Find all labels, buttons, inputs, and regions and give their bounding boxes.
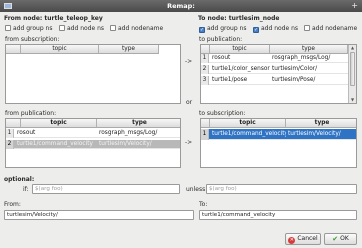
- scroll-down-icon[interactable]: ▼: [349, 97, 356, 103]
- row-type: turtlesim/Velocity/: [288, 131, 341, 137]
- cancel-icon: ✕: [288, 237, 296, 244]
- row-topic: turtle1/color_sensor: [212, 66, 270, 72]
- row-number: 2: [201, 65, 209, 74]
- row-number: 3: [201, 76, 209, 85]
- check-icon: ✔: [332, 235, 339, 243]
- to-add-node-ns-checkbox[interactable]: [253, 27, 259, 33]
- table-row-selected[interactable]: 1 turtle1/command_velocity turtlesim/Vel…: [201, 129, 356, 140]
- to-sub-header-type[interactable]: type: [286, 119, 356, 128]
- from-add-node-ns[interactable]: add node ns: [59, 25, 104, 32]
- row-topic: rosout: [212, 55, 231, 61]
- close-icon[interactable]: +: [351, 1, 358, 10]
- row-type: turtlesim/Color/: [272, 66, 318, 72]
- to-add-group-ns[interactable]: add group ns: [199, 25, 246, 33]
- cancel-button-label: Cancel: [297, 235, 318, 242]
- if-input[interactable]: $(arg foo): [32, 184, 180, 194]
- ok-button-label: OK: [340, 235, 349, 242]
- to-subscription-table[interactable]: topic type 1 turtle1/command_velocity tu…: [200, 118, 357, 168]
- row-topic: turtle1/command_velocity: [17, 141, 93, 147]
- from-sub-header-topic[interactable]: topic: [21, 45, 99, 54]
- to-field-input[interactable]: turtle1/command_velocity: [199, 210, 357, 220]
- from-pub-corner: [6, 119, 21, 128]
- or-label: or: [186, 99, 193, 106]
- from-add-node-ns-label: add node ns: [67, 25, 105, 32]
- to-pub-header-type[interactable]: type: [270, 45, 348, 54]
- unless-label: unless:: [186, 186, 208, 193]
- from-add-group-ns[interactable]: add group ns: [5, 25, 52, 32]
- table-row[interactable]: 1 rosout rosgraph_msgs/Log/: [6, 129, 180, 138]
- from-publication-table[interactable]: topic type 1 rosout rosgraph_msgs/Log/ 2…: [5, 118, 181, 168]
- from-subscription-label: from subscription:: [5, 36, 60, 43]
- to-add-group-ns-checkbox[interactable]: [199, 27, 205, 33]
- scroll-up-icon[interactable]: ▲: [349, 45, 356, 51]
- to-node-title: To node: turtlesim_node: [198, 15, 280, 22]
- to-publication-scrollbar[interactable]: ▲ ▼: [348, 45, 356, 103]
- ok-button[interactable]: ✔ OK: [324, 233, 357, 245]
- to-pub-corner: [201, 45, 210, 54]
- to-pub-header-topic[interactable]: topic: [210, 45, 270, 54]
- window-title: Remap:: [167, 2, 195, 10]
- row-number: 1: [201, 129, 209, 140]
- to-add-nodename[interactable]: add nodename: [304, 25, 357, 32]
- unless-input[interactable]: $(arg foo): [206, 184, 357, 194]
- from-subscription-table[interactable]: topic type: [5, 44, 181, 104]
- to-subscription-label: to subscription:: [199, 110, 246, 117]
- row-topic: rosout: [17, 130, 36, 136]
- from-add-node-ns-checkbox[interactable]: [59, 25, 65, 31]
- from-publication-label: from publication:: [5, 110, 57, 117]
- from-subscription-arrow: ->: [185, 58, 193, 65]
- table-row[interactable]: 3 turtle1/pose turtlesim/Pose/: [201, 76, 356, 85]
- to-add-node-ns[interactable]: add node ns: [253, 25, 298, 33]
- row-type: rosgraph_msgs/Log/: [272, 55, 331, 61]
- from-add-nodename[interactable]: add nodename: [110, 25, 163, 32]
- table-row[interactable]: 1 rosout rosgraph_msgs/Log/: [201, 54, 356, 63]
- to-add-node-ns-label: add node ns: [261, 25, 299, 32]
- to-sub-corner: [201, 119, 210, 128]
- row-type: rosgraph_msgs/Log/: [99, 130, 158, 136]
- to-sub-header-topic[interactable]: topic: [210, 119, 286, 128]
- to-publication-table[interactable]: topic type 1 rosout rosgraph_msgs/Log/ 2…: [200, 44, 357, 104]
- from-add-group-ns-label: add group ns: [13, 25, 53, 32]
- from-pub-header-topic[interactable]: topic: [21, 119, 97, 128]
- from-publication-arrow: ->: [185, 139, 193, 146]
- from-add-nodename-label: add nodename: [118, 25, 164, 32]
- to-add-nodename-checkbox[interactable]: [304, 25, 310, 31]
- scroll-thumb[interactable]: [350, 52, 355, 86]
- to-publication-label: to publication:: [199, 36, 243, 43]
- row-number: 1: [201, 54, 209, 63]
- optional-title: optional:: [4, 176, 35, 183]
- table-row[interactable]: 2 turtle1/color_sensor turtlesim/Color/: [201, 65, 356, 74]
- if-label: if:: [23, 186, 29, 193]
- window-titlebar: Remap: +: [0, 0, 362, 12]
- to-add-nodename-label: add nodename: [312, 25, 358, 32]
- from-field-input[interactable]: turtlesim/Velocity/: [4, 210, 194, 220]
- cancel-button[interactable]: ✕ Cancel: [285, 233, 321, 245]
- row-number: 2: [6, 140, 14, 149]
- table-row-selected[interactable]: 2 turtle1/command_velocity turtlesim/Vel…: [6, 140, 180, 149]
- from-field-label: From:: [4, 201, 21, 208]
- row-number: 1: [6, 129, 14, 138]
- from-add-nodename-checkbox[interactable]: [110, 25, 116, 31]
- from-sub-header-type[interactable]: type: [99, 45, 159, 54]
- to-add-group-ns-label: add group ns: [207, 25, 247, 32]
- from-add-group-ns-checkbox[interactable]: [5, 25, 11, 31]
- from-node-title: From node: turtle_teleop_key: [4, 15, 103, 22]
- row-topic: turtle1/pose: [212, 77, 248, 83]
- row-type: turtlesim/Velocity/: [99, 141, 152, 147]
- row-topic: turtle1/command_velocity: [212, 131, 286, 137]
- from-sub-corner: [6, 45, 21, 54]
- to-field-label: To:: [199, 201, 208, 208]
- row-type: turtlesim/Pose/: [272, 77, 316, 83]
- from-pub-header-type[interactable]: type: [97, 119, 180, 128]
